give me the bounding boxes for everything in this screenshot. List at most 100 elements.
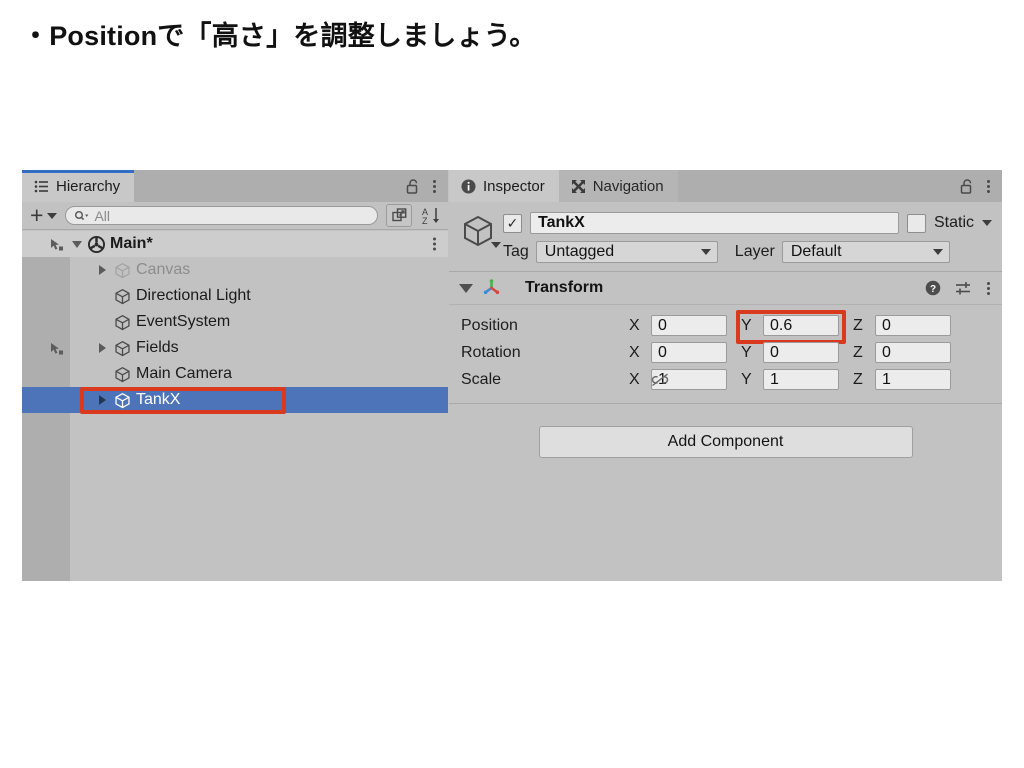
tag-label: Tag (503, 243, 529, 260)
hand-pointer-icon (49, 341, 66, 356)
search-dropdown-icon (74, 210, 90, 222)
tab-navigation[interactable]: Navigation (558, 170, 678, 202)
layer-dropdown[interactable]: Default (781, 241, 950, 263)
hierarchy-items-container: Canvas Directional Light EventSystem Fields… (22, 257, 448, 413)
tag-dropdown-value: Untagged (544, 243, 615, 260)
search-input[interactable]: All (65, 206, 378, 225)
scene-row-content: Main* (70, 231, 153, 257)
slide-root: ・Positionで「高さ」を調整しましょう。 Hierarchy + All … (0, 0, 1024, 768)
transform-rotation-y-input[interactable]: 0 (763, 342, 839, 363)
hierarchy-item-main-camera[interactable]: Main Camera (22, 361, 448, 387)
transform-position-z-input[interactable]: 0 (875, 315, 951, 336)
tag-dropdown[interactable]: Untagged (535, 241, 718, 263)
transform-component-header[interactable]: Transform ? (449, 272, 1002, 305)
gameobject-cube-icon (114, 340, 131, 357)
item-visibility-toggle[interactable] (22, 361, 70, 387)
gameobject-enabled-checkbox[interactable]: ✓ (503, 213, 522, 233)
inspector-body: ✓ TankX Static Tag Untagged Layer Defaul… (449, 202, 1002, 581)
static-dropdown-chevron-down-icon[interactable] (982, 220, 992, 226)
axis-label-y: Y (741, 343, 752, 361)
kebab-menu-icon[interactable] (986, 179, 990, 193)
chevron-down-icon (700, 249, 711, 255)
item-visibility-toggle[interactable] (22, 309, 70, 335)
item-foldout-toggle[interactable] (96, 343, 109, 353)
static-checkbox[interactable] (906, 213, 926, 233)
gameobject-name-field[interactable]: TankX (530, 212, 899, 234)
layer-label: Layer (734, 243, 775, 260)
axis-label-z: Z (853, 343, 863, 361)
hierarchy-item-eventsystem[interactable]: EventSystem (22, 309, 448, 335)
transform-row-label: Position (461, 316, 518, 334)
axis-group-y: Y1 (741, 369, 853, 390)
axis-group-z: Z0 (853, 315, 965, 336)
kebab-menu-icon[interactable] (986, 281, 990, 295)
transform-position-y-input[interactable]: 0.6 (763, 315, 839, 336)
help-question-icon[interactable]: ? (925, 280, 941, 296)
item-row-content: Directional Light (70, 283, 251, 309)
hierarchy-tabbar: Hierarchy (22, 170, 448, 202)
unlocked-padlock-icon[interactable] (960, 178, 973, 194)
scene-name-label: Main* (110, 235, 153, 252)
hierarchy-item-canvas[interactable]: Canvas (22, 257, 448, 283)
tab-hierarchy[interactable]: Hierarchy (22, 170, 135, 202)
axis-group-y: Y0 (741, 342, 853, 363)
scene-kebab-menu-icon[interactable] (432, 237, 436, 251)
transform-row-position: Position X 0 Y 0.6 Z 0 (461, 310, 990, 344)
transform-header-actions: ? (925, 280, 990, 296)
unlocked-padlock-icon[interactable] (406, 178, 419, 194)
add-component-button[interactable]: Add Component (538, 426, 913, 458)
item-visibility-toggle[interactable] (22, 283, 70, 309)
scene-foldout-toggle[interactable] (70, 240, 83, 248)
plus-icon: + (30, 202, 44, 228)
hierarchy-toolbar: + All A Z (22, 202, 448, 230)
tab-hierarchy-label: Hierarchy (56, 177, 121, 195)
broken-link-icon[interactable] (651, 372, 669, 387)
alphabetical-sort-icon[interactable]: A Z (418, 205, 444, 226)
axis-group-x: X0 (629, 342, 741, 363)
tab-inspector[interactable]: Inspector (449, 170, 559, 202)
hierarchy-item-tankx[interactable]: TankX (22, 387, 448, 413)
hierarchy-tree: Main* Canvas Directional Light EventSystem… (22, 231, 448, 581)
axis-label-y: Y (741, 316, 752, 334)
transform-rotation-z-input[interactable]: 0 (875, 342, 951, 363)
gameobject-cube-icon (114, 314, 131, 331)
scene-visibility-icon[interactable] (386, 204, 412, 227)
transform-rotation-x-input[interactable]: 0 (651, 342, 727, 363)
hierarchy-item-directional-light[interactable]: Directional Light (22, 283, 448, 309)
gameobject-cube-icon (114, 392, 131, 409)
item-label: Canvas (136, 261, 191, 278)
search-placeholder: All (94, 207, 110, 224)
gameobject-fields: ✓ TankX Static Tag Untagged Layer Defaul… (503, 212, 992, 263)
transform-foldout-toggle[interactable] (459, 283, 473, 293)
item-visibility-toggle[interactable] (22, 257, 70, 283)
preset-sliders-icon[interactable] (955, 281, 972, 296)
axis-group-z: Z1 (853, 369, 965, 390)
static-label: Static (933, 214, 974, 231)
item-label: TankX (136, 391, 181, 408)
transform-axes-icon (482, 278, 502, 298)
add-component-area: Add Component (449, 404, 1002, 458)
add-gameobject-button[interactable]: + (28, 202, 59, 228)
hierarchy-scene-row[interactable]: Main* (22, 231, 448, 257)
item-visibility-toggle[interactable] (22, 335, 70, 361)
transform-row-scale: Scale X 1 Y 1 Z 1 (461, 366, 990, 393)
unity-editor-window: Hierarchy + All A Z Main* Canvas Directi… (22, 170, 1002, 581)
item-label: Fields (136, 339, 179, 356)
item-foldout-toggle[interactable] (96, 395, 109, 405)
transform-scale-y-input[interactable]: 1 (763, 369, 839, 390)
info-circle-icon (461, 179, 476, 194)
kebab-menu-icon[interactable] (432, 179, 436, 193)
scene-visibility-toggle[interactable] (22, 231, 70, 257)
transform-fields: Position X 0 Y 0.6 Z 0 Rotation X 0 Y 0 Z 0 Scale X 1 Y 1 Z… (449, 305, 1002, 403)
transform-scale-z-input[interactable]: 1 (875, 369, 951, 390)
hand-pointer-icon (49, 237, 66, 252)
hierarchy-item-fields[interactable]: Fields (22, 335, 448, 361)
axis-label-y: Y (741, 370, 752, 388)
item-foldout-toggle[interactable] (96, 265, 109, 275)
transform-position-x-input[interactable]: 0 (651, 315, 727, 336)
gameobject-cube-icon[interactable] (461, 212, 503, 253)
item-row-content: EventSystem (70, 309, 230, 335)
chevron-down-icon (932, 249, 943, 255)
axis-group-y: Y 0.6 (736, 310, 853, 344)
item-visibility-toggle[interactable] (22, 387, 70, 413)
